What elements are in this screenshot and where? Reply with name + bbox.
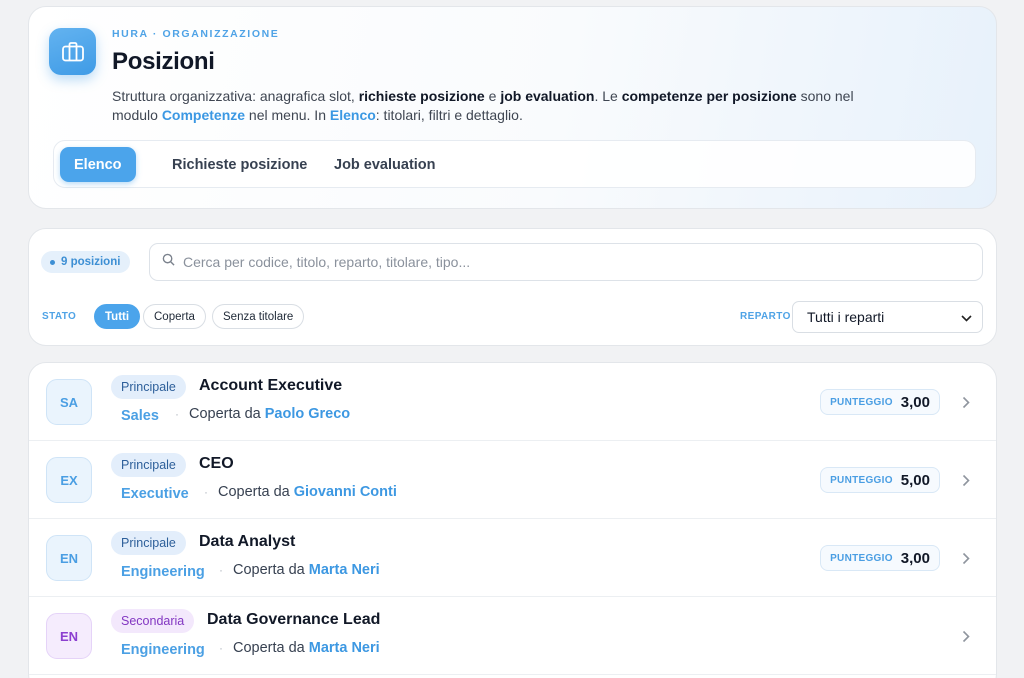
tab-elenco[interactable]: Elenco (60, 147, 136, 182)
filter-chip-senza-titolare[interactable]: Senza titolare (212, 304, 305, 329)
list-item[interactable]: EN Secondaria Data Governance Lead Engin… (29, 597, 996, 675)
holder-name[interactable]: Marta Neri (309, 562, 380, 578)
type-badge: Secondaria (111, 609, 195, 633)
score-badge: PUNTEGGIO 3,00 (820, 545, 940, 571)
holder-name[interactable]: Paolo Greco (265, 406, 350, 422)
tab-bar: Elenco Richieste posizione Job evaluatio… (53, 140, 976, 188)
department-badge: Engineering (111, 639, 215, 661)
elenco-link[interactable]: Elenco (330, 107, 376, 123)
chevron-right-icon[interactable] (956, 626, 976, 646)
holder-name[interactable]: Marta Neri (309, 640, 380, 656)
holder-info: · Coperta da Marta Neri (219, 562, 380, 578)
list-item[interactable]: EX Principale CEO Executive · Coperta da G… (29, 441, 996, 519)
chevron-right-icon[interactable] (956, 548, 976, 568)
page-title: Posizioni (112, 48, 215, 75)
avatar: EX (46, 457, 92, 503)
list-item[interactable]: EN Principale Data Analyst Engineering ·… (29, 519, 996, 597)
reparto-select[interactable]: Tutti i reparti (792, 301, 983, 333)
tab-job-evaluation[interactable]: Job evaluation (320, 147, 450, 182)
position-title: Data Governance Lead (207, 611, 381, 628)
filter-chip-tutti[interactable]: Tutti (94, 304, 141, 329)
list-item[interactable]: SA Principale Account Executive Sales · C… (29, 363, 996, 441)
chevron-right-icon[interactable] (956, 392, 976, 412)
department-badge: Sales (111, 405, 169, 427)
holder-name[interactable]: Giovanni Conti (294, 484, 397, 500)
header-card: HURA · ORGANIZZAZIONE Posizioni Struttur… (28, 6, 997, 209)
search-input[interactable] (183, 254, 982, 270)
search-icon (162, 253, 175, 271)
holder-info: · Coperta da Paolo Greco (175, 406, 351, 422)
breadcrumb: HURA · ORGANIZZAZIONE (112, 28, 280, 40)
holder-info: · Coperta da Giovanni Conti (204, 484, 397, 500)
positions-list: SA Principale Account Executive Sales · C… (28, 362, 997, 678)
position-title: CEO (199, 455, 234, 472)
stato-label: STATO (42, 311, 77, 322)
chevron-down-icon (961, 309, 972, 325)
position-title: Data Analyst (199, 533, 296, 550)
competenze-link[interactable]: Competenze (162, 107, 245, 123)
avatar: EN (46, 535, 92, 581)
type-badge: Principale (111, 453, 186, 477)
department-badge: Executive (111, 483, 199, 505)
page-description: Struttura organizzativa: anagrafica slot… (112, 88, 854, 123)
department-badge: Engineering (111, 561, 215, 583)
filter-chip-coperta[interactable]: Coperta (143, 304, 206, 329)
type-badge: Principale (111, 531, 186, 555)
position-title: Account Executive (199, 377, 343, 394)
reparto-label: REPARTO (740, 311, 791, 322)
type-badge: Principale (111, 375, 186, 399)
dot-icon (50, 259, 55, 265)
avatar: SA (46, 379, 92, 425)
search-box[interactable] (149, 243, 983, 281)
holder-info: · Coperta da Marta Neri (219, 640, 380, 656)
briefcase-icon (49, 28, 96, 75)
chevron-right-icon[interactable] (956, 470, 976, 490)
tab-richieste-posizione[interactable]: Richieste posizione (158, 147, 321, 182)
score-badge: PUNTEGGIO 5,00 (820, 467, 940, 493)
filter-card: 9 posizioni STATO Tutti Coperta Senza ti… (28, 228, 997, 346)
avatar: EN (46, 613, 92, 659)
positions-count-badge: 9 posizioni (41, 251, 131, 273)
score-badge: PUNTEGGIO 3,00 (820, 389, 940, 415)
